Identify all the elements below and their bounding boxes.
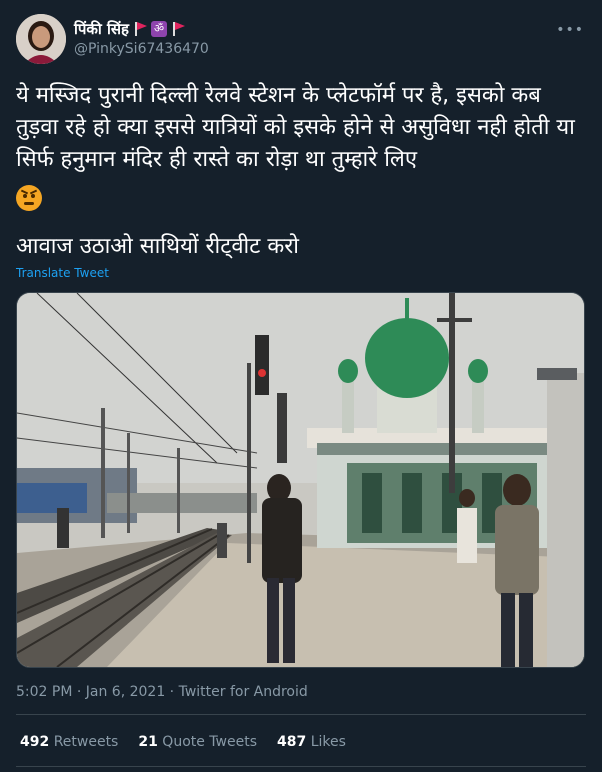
tweet-stats: 492 Retweets 21 Quote Tweets 487 Likes <box>20 734 346 750</box>
om-icon: ॐ <box>151 21 168 37</box>
name-row: पिंकी सिंह ॐ <box>74 19 186 39</box>
tweet-callout: आवाज उठाओ साथियों रीट्वीट करो <box>16 234 299 259</box>
avatar-image <box>16 14 66 64</box>
tweet-body: ये मस्जिद पुरानी दिल्ली रेलवे स्टेशन के … <box>16 83 575 172</box>
retweets-label: Retweets <box>53 734 119 750</box>
avatar[interactable] <box>16 14 66 64</box>
translate-tweet-link[interactable]: Translate Tweet <box>16 266 109 280</box>
divider <box>16 766 586 767</box>
user-handle[interactable]: @PinkySi67436470 <box>74 41 209 57</box>
display-name[interactable]: पिंकी सिंह <box>74 19 129 39</box>
quote-tweets-label: Quote Tweets <box>162 734 258 750</box>
tweet-header: पिंकी सिंह ॐ @PinkySi67436470 ••• <box>16 14 586 66</box>
flag-icon <box>135 22 148 36</box>
quote-tweets-stat[interactable]: 21 Quote Tweets <box>138 734 257 750</box>
angry-face-icon <box>16 185 42 211</box>
tweet-timestamp[interactable]: 5:02 PM · Jan 6, 2021 · Twitter for Andr… <box>16 684 308 700</box>
tweet-text: ये मस्जिद पुरानी दिल्ली रेलवे स्टेशन के … <box>16 80 586 214</box>
divider <box>16 714 586 715</box>
quote-tweets-count: 21 <box>138 734 158 750</box>
flag-icon <box>173 22 186 36</box>
likes-label: Likes <box>310 734 346 750</box>
more-dots-icon[interactable]: ••• <box>556 22 584 38</box>
likes-stat[interactable]: 487 Likes <box>277 734 346 750</box>
station-mosque-photo <box>17 293 584 667</box>
retweets-count: 492 <box>20 734 50 750</box>
tweet-photo[interactable] <box>16 292 585 668</box>
likes-count: 487 <box>277 734 307 750</box>
retweets-stat[interactable]: 492 Retweets <box>20 734 118 750</box>
